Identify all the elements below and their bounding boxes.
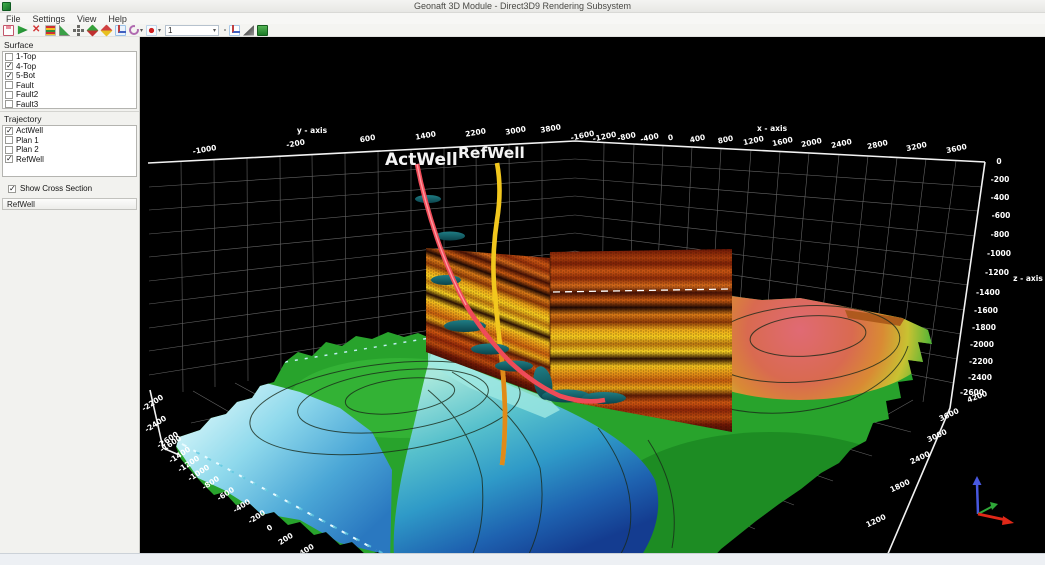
surface-item-fault2[interactable]: Fault2: [3, 90, 136, 100]
x-axis-title: x - axis: [757, 124, 788, 133]
rotate-dropdown-icon[interactable]: ▾: [140, 27, 143, 34]
toolbar: ▾ ▾ 1 ▾: [0, 24, 1045, 37]
gradient-icon[interactable]: [243, 25, 254, 36]
act-well-label: ActWell: [385, 150, 458, 170]
surface-item-label: Fault2: [16, 90, 38, 99]
pan-icon[interactable]: [73, 25, 84, 36]
trajectory-item-actwell[interactable]: ✓ ActWell: [3, 126, 136, 136]
rotate-icon[interactable]: [129, 25, 139, 35]
axes-toggle-icon[interactable]: [115, 25, 126, 36]
svg-text:-1400: -1400: [976, 288, 1000, 297]
surface-list: 1-Top ✓ 4-Top ✓ 5-Bot Fault Fault2 Fault…: [2, 51, 137, 109]
trajectory-item-label: Plan 1: [16, 136, 39, 145]
target-icon[interactable]: [146, 25, 157, 36]
trajectory-group-label: Trajectory: [0, 111, 139, 125]
checkbox[interactable]: [5, 146, 13, 154]
surface-item-label: Fault: [16, 81, 34, 90]
svg-text:-2400: -2400: [968, 373, 992, 382]
import-icon[interactable]: [17, 25, 28, 36]
window-title: Geonaft 3D Module - Direct3D9 Rendering …: [0, 1, 1045, 11]
3d-scene[interactable]: ActWell RefWell -1000 -200 600 1400 2200…: [140, 37, 1045, 553]
axes-alt-icon[interactable]: [229, 25, 240, 36]
surface-item-label: 5-Bot: [16, 71, 35, 80]
surface-style-icon[interactable]: [86, 24, 98, 36]
checkbox[interactable]: [5, 100, 13, 108]
y-axis-title: y - axis: [297, 126, 328, 135]
app-window: Geonaft 3D Module - Direct3D9 Rendering …: [0, 0, 1045, 565]
menu-file[interactable]: File: [0, 14, 27, 24]
reference-well-field[interactable]: RefWell: [2, 198, 137, 210]
svg-text:-800: -800: [991, 230, 1010, 239]
target-dropdown-icon[interactable]: ▾: [158, 27, 161, 34]
delete-icon[interactable]: [31, 25, 42, 36]
chart-icon[interactable]: [59, 25, 70, 36]
checkbox[interactable]: ✓: [5, 72, 13, 80]
svg-text:-2000: -2000: [970, 340, 994, 349]
surface-group-label: Surface: [0, 39, 139, 51]
z-axis-title: z - axis: [1013, 274, 1043, 283]
trajectory-item-label: Plan 2: [16, 145, 39, 154]
trajectory-item-label: ActWell: [16, 126, 43, 135]
svg-text:-2200: -2200: [969, 357, 993, 366]
checkbox[interactable]: [5, 136, 13, 144]
svg-text:-1200: -1200: [985, 268, 1009, 277]
surface-item-5bot[interactable]: ✓ 5-Bot: [3, 71, 136, 81]
zoom-level-combo[interactable]: 1 ▾: [165, 25, 219, 36]
svg-text:-200: -200: [991, 175, 1010, 184]
save-icon[interactable]: [3, 25, 14, 36]
menu-bar: File Settings View Help: [0, 13, 1045, 24]
surface-item-label: Fault3: [16, 100, 38, 109]
checkbox[interactable]: ✓: [5, 155, 13, 163]
svg-text:-1000: -1000: [987, 249, 1011, 258]
layers-icon[interactable]: [45, 25, 56, 36]
menu-settings[interactable]: Settings: [27, 14, 72, 24]
checkbox[interactable]: ✓: [5, 127, 13, 135]
trajectory-item-refwell[interactable]: ✓ RefWell: [3, 155, 136, 165]
svg-text:-1800: -1800: [972, 323, 996, 332]
zoom-level-value: 1: [168, 26, 212, 35]
surface-item-fault3[interactable]: Fault3: [3, 100, 136, 110]
checkbox[interactable]: ✓: [5, 62, 13, 70]
snapshot-icon[interactable]: [257, 25, 268, 36]
surface-style-alt-icon[interactable]: [100, 24, 112, 36]
surface-item-label: 4-Top: [16, 62, 36, 71]
trajectory-item-plan1[interactable]: Plan 1: [3, 136, 136, 146]
trajectory-item-label: RefWell: [16, 155, 44, 164]
svg-text:-600: -600: [992, 211, 1011, 220]
svg-text:-1600: -1600: [974, 306, 998, 315]
3d-viewport[interactable]: ActWell RefWell -1000 -200 600 1400 2200…: [140, 37, 1045, 553]
trajectory-list: ✓ ActWell Plan 1 Plan 2 ✓ RefWell: [2, 125, 137, 177]
checkbox[interactable]: ✓: [8, 185, 16, 193]
svg-text:-400: -400: [991, 193, 1010, 202]
checkbox[interactable]: [5, 53, 13, 61]
checkbox[interactable]: [5, 91, 13, 99]
left-panel: Surface 1-Top ✓ 4-Top ✓ 5-Bot Fault Faul…: [0, 37, 140, 553]
show-cross-section-label: Show Cross Section: [20, 184, 92, 193]
combo-dropdown-icon[interactable]: ▾: [213, 27, 216, 34]
trajectory-item-plan2[interactable]: Plan 2: [3, 145, 136, 155]
svg-text:0: 0: [996, 157, 1001, 166]
surface-item-4top[interactable]: ✓ 4-Top: [3, 62, 136, 72]
surface-item-1top[interactable]: 1-Top: [3, 52, 136, 62]
surface-item-label: 1-Top: [16, 52, 36, 61]
ref-well-label: RefWell: [458, 144, 525, 162]
title-bar: Geonaft 3D Module - Direct3D9 Rendering …: [0, 0, 1045, 13]
status-bar: [0, 553, 1045, 565]
toolbar-separator: [224, 29, 226, 31]
surface-item-fault[interactable]: Fault: [3, 81, 136, 91]
menu-view[interactable]: View: [71, 14, 102, 24]
menu-help[interactable]: Help: [102, 14, 133, 24]
checkbox[interactable]: [5, 81, 13, 89]
show-cross-section-row[interactable]: ✓ Show Cross Section: [6, 184, 139, 193]
